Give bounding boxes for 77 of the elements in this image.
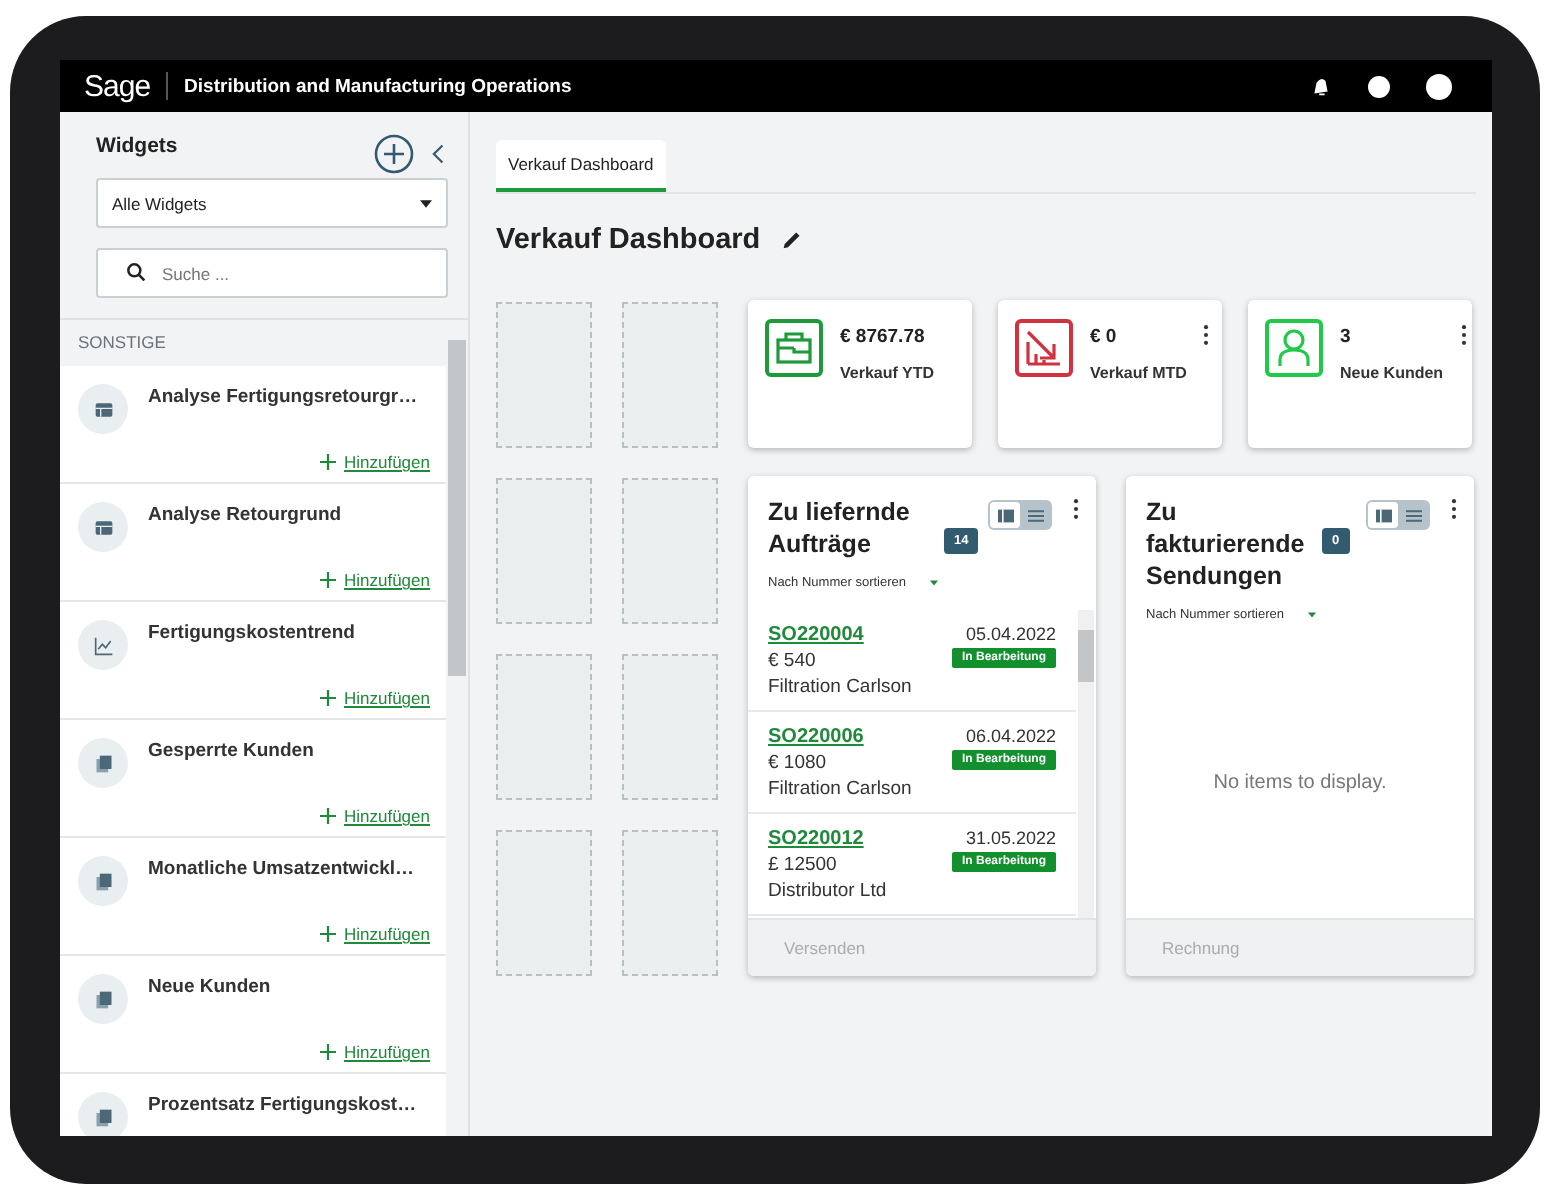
- customer-name: Filtration Carlson: [768, 778, 912, 800]
- customer-name: Distributor Ltd: [768, 880, 887, 902]
- kpi-label: Verkauf MTD: [1090, 364, 1187, 382]
- help-icon[interactable]: [1368, 75, 1390, 97]
- plus-icon: [319, 454, 336, 470]
- card-view-icon: [1373, 507, 1393, 523]
- page-title: Verkauf Dashboard: [496, 224, 761, 256]
- section-header: SONSTIGE: [76, 330, 168, 356]
- card-view-button[interactable]: [1368, 502, 1398, 528]
- customer-name: Filtration Carlson: [768, 676, 912, 698]
- scrollbar[interactable]: [1078, 610, 1094, 918]
- plus-icon: [319, 1044, 336, 1060]
- widget-name: Monatliche Umsatzentwickl…: [148, 858, 417, 884]
- kpi-value: 3: [1340, 326, 1353, 348]
- notification-icon[interactable]: [1310, 75, 1332, 97]
- collapse-icon[interactable]: [430, 142, 448, 166]
- more-icon[interactable]: [1202, 324, 1211, 346]
- add-widget-link[interactable]: Hinzufügen: [343, 570, 430, 590]
- add-widget-link[interactable]: Hinzufügen: [343, 806, 430, 826]
- order-amount: € 540: [768, 650, 818, 672]
- widget-name: Gesperrte Kunden: [148, 740, 316, 766]
- card-view-icon: [995, 507, 1015, 523]
- order-amount: € 1080: [768, 752, 829, 774]
- pages-icon: [93, 871, 113, 891]
- add-widget-link[interactable]: Hinzufügen: [343, 1042, 430, 1062]
- order-amount: £ 12500: [768, 854, 839, 876]
- plus-icon: [319, 926, 336, 942]
- caret-icon: [930, 580, 938, 586]
- plus-icon: [319, 690, 336, 706]
- widget-name: Fertigungskostentrend: [148, 622, 357, 648]
- pages-icon: [93, 753, 113, 773]
- card-title: Zu liefernde Aufträge: [768, 496, 912, 560]
- order-number-link[interactable]: SO220006: [768, 726, 912, 748]
- order-date: 31.05.2022: [965, 828, 1056, 848]
- caret-icon: [420, 199, 432, 207]
- app-title: Distribution and Manufacturing Operations: [184, 75, 572, 97]
- widget-name: Prozentsatz Fertigungskost…: [148, 1094, 419, 1120]
- widget-filter-dropdown[interactable]: Alle Widgets: [96, 178, 448, 228]
- search-icon: [126, 262, 146, 282]
- empty-message: No items to display.: [1211, 772, 1389, 794]
- plus-icon: [319, 572, 336, 588]
- more-icon[interactable]: [1072, 498, 1080, 520]
- more-icon[interactable]: [1450, 498, 1458, 520]
- order-number-link[interactable]: SO220004: [768, 624, 912, 646]
- kpi-value: € 8767.78: [840, 326, 927, 348]
- pages-icon: [93, 1107, 113, 1127]
- sidebar-title: Widgets: [96, 134, 180, 158]
- add-widget-link[interactable]: Hinzufügen: [343, 924, 430, 944]
- widget-name: Neue Kunden: [148, 976, 273, 1002]
- order-number-link[interactable]: SO220012: [768, 828, 887, 850]
- logo: Sage: [84, 69, 151, 103]
- line-chart-icon: [93, 635, 113, 655]
- table-icon: [93, 399, 113, 419]
- list-view-icon: [1025, 507, 1045, 523]
- caret-icon: [1308, 612, 1316, 618]
- add-widget-link[interactable]: Hinzufügen: [343, 452, 430, 472]
- search-field[interactable]: Suche ...: [96, 248, 448, 298]
- widget-name: Analyse Retourgrund: [148, 504, 344, 530]
- add-icon[interactable]: [374, 134, 414, 174]
- kpi-label: Neue Kunden: [1340, 364, 1444, 382]
- order-date: 06.04.2022: [965, 726, 1056, 746]
- list-view-icon: [1403, 507, 1423, 523]
- pencil-icon[interactable]: [782, 230, 803, 250]
- scrollbar[interactable]: [448, 340, 466, 676]
- add-widget-link[interactable]: Hinzufügen: [343, 688, 430, 708]
- card-title: Zu fakturierende Sendungen: [1146, 496, 1307, 592]
- widget-name: Analyse Fertigungsretourgr…: [148, 386, 420, 412]
- more-icon[interactable]: [1459, 324, 1468, 346]
- table-icon: [93, 517, 113, 537]
- pages-icon: [93, 989, 113, 1009]
- plus-icon: [319, 808, 336, 824]
- profile-icon[interactable]: [1426, 73, 1452, 99]
- kpi-value: € 0: [1090, 326, 1119, 348]
- order-date: 05.04.2022: [965, 624, 1056, 644]
- card-view-button[interactable]: [990, 502, 1020, 528]
- dashboard-tab[interactable]: Verkauf Dashboard: [496, 140, 666, 192]
- kpi-label: Verkauf YTD: [840, 364, 936, 382]
